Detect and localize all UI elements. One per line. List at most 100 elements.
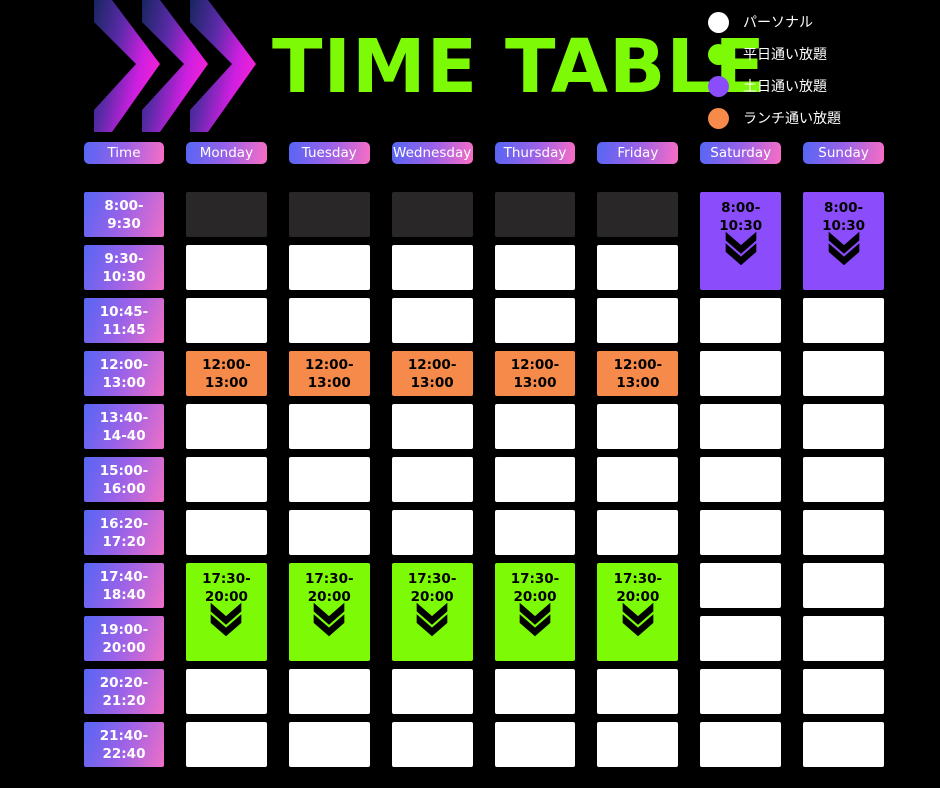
empty-slot [391, 722, 473, 767]
empty-slot [288, 192, 370, 237]
empty-slot [597, 669, 679, 714]
legend-label: 平日通い放題 [743, 47, 827, 63]
column-header-tuesday[interactable]: Tuesday [288, 142, 370, 164]
class-slot[interactable]: 8:00- 10:30 [803, 192, 884, 241]
empty-slot [597, 457, 679, 502]
column-header-sunday[interactable]: Sunday [803, 142, 884, 164]
class-slot[interactable]: 12:00- 13:00 [494, 351, 576, 396]
empty-slot [186, 457, 267, 502]
column-header-thursday[interactable]: Thursday [494, 142, 576, 164]
legend-label: パーソナル [743, 15, 813, 31]
time-slot-label: 21:40- 22:40 [84, 722, 164, 767]
legend-dot-icon [708, 43, 729, 65]
empty-slot [597, 298, 679, 343]
legend-dot-icon [708, 107, 729, 129]
empty-slot [391, 510, 473, 555]
column-header-saturday[interactable]: Saturday [700, 142, 782, 164]
empty-slot[interactable] [391, 602, 473, 661]
empty-slot [803, 404, 884, 449]
empty-slot [803, 298, 884, 343]
empty-slot [803, 457, 884, 502]
column-header-time[interactable]: Time [84, 142, 164, 164]
empty-slot [494, 404, 576, 449]
legend: パーソナル 平日通い放題 土日通い放題 ランチ通い放題 [708, 6, 924, 134]
empty-slot [700, 298, 782, 343]
class-slot[interactable]: 12:00- 13:00 [288, 351, 370, 396]
empty-slot [803, 510, 884, 555]
page-header: TIME TABLE パーソナル 平日通い放題 土日通い放題 ランチ通い放題 [0, 0, 940, 133]
column-header-monday[interactable]: Monday [186, 142, 267, 164]
empty-slot [186, 298, 267, 343]
legend-dot-icon [708, 11, 729, 33]
time-slot-label: 19:00- 20:00 [84, 616, 164, 661]
time-slot-label: 13:40- 14-40 [84, 404, 164, 449]
empty-slot [494, 669, 576, 714]
empty-slot [803, 669, 884, 714]
timetable-grid: 8:00- 9:30 8:00- 10:30 8:00- 10:30 9:30- 10:30 1… [84, 188, 884, 771]
empty-slot [391, 669, 473, 714]
time-slot-label: 10:45- 11:45 [84, 298, 164, 343]
empty-slot [803, 616, 884, 661]
empty-slot [288, 298, 370, 343]
empty-slot [391, 298, 473, 343]
empty-slot[interactable] [803, 231, 884, 290]
list-item: 土日通い放題 [708, 70, 924, 102]
time-slot-label: 15:00- 16:00 [84, 457, 164, 502]
empty-slot [186, 192, 267, 237]
empty-slot [186, 245, 267, 290]
empty-slot [494, 722, 576, 767]
empty-slot [494, 245, 576, 290]
triple-chevron-right-icon [92, 0, 277, 133]
empty-slot [186, 404, 267, 449]
empty-slot [494, 298, 576, 343]
empty-slot [494, 192, 576, 237]
column-header-friday[interactable]: Friday [597, 142, 679, 164]
empty-slot [288, 722, 370, 767]
time-slot-label: 16:20- 17:20 [84, 510, 164, 555]
empty-slot [288, 669, 370, 714]
empty-slot [391, 192, 473, 237]
empty-slot [700, 616, 782, 661]
empty-slot [700, 563, 782, 608]
legend-dot-icon [708, 75, 729, 97]
timetable: Time Monday Tuesday Wednesday Thursday Friday… [84, 140, 884, 771]
column-header-wednesday[interactable]: Wednesday [391, 142, 473, 164]
empty-slot[interactable] [700, 231, 782, 290]
legend-label: ランチ通い放題 [743, 111, 841, 127]
time-slot-label: 9:30- 10:30 [84, 245, 164, 290]
empty-slot [597, 245, 679, 290]
empty-slot [186, 722, 267, 767]
empty-slot[interactable] [494, 602, 576, 661]
empty-slot [803, 563, 884, 608]
class-slot[interactable]: 12:00- 13:00 [391, 351, 473, 396]
class-slot[interactable]: 17:30- 20:00 [186, 563, 267, 612]
empty-slot [597, 192, 679, 237]
empty-slot [186, 669, 267, 714]
empty-slot[interactable] [288, 602, 370, 661]
empty-slot[interactable] [597, 602, 679, 661]
class-slot[interactable]: 17:30- 20:00 [391, 563, 473, 612]
time-slot-label: 20:20- 21:20 [84, 669, 164, 714]
class-slot[interactable]: 12:00- 13:00 [186, 351, 267, 396]
time-slot-label: 12:00- 13:00 [84, 351, 164, 396]
class-slot[interactable]: 12:00- 13:00 [597, 351, 679, 396]
empty-slot [803, 722, 884, 767]
empty-slot [288, 404, 370, 449]
class-slot[interactable]: 17:30- 20:00 [597, 563, 679, 612]
empty-slot [391, 404, 473, 449]
class-slot[interactable]: 8:00- 10:30 [700, 192, 782, 241]
empty-slot [700, 722, 782, 767]
class-slot[interactable]: 17:30- 20:00 [288, 563, 370, 612]
empty-slot [288, 457, 370, 502]
empty-slot [288, 245, 370, 290]
list-item: パーソナル [708, 6, 924, 38]
legend-label: 土日通い放題 [743, 79, 827, 95]
class-slot[interactable]: 17:30- 20:00 [494, 563, 576, 612]
time-slot-label: 17:40- 18:40 [84, 563, 164, 608]
empty-slot [803, 351, 884, 396]
empty-slot[interactable] [186, 602, 267, 661]
empty-slot [700, 669, 782, 714]
empty-slot [700, 351, 782, 396]
empty-slot [597, 722, 679, 767]
list-item: 平日通い放題 [708, 38, 924, 70]
